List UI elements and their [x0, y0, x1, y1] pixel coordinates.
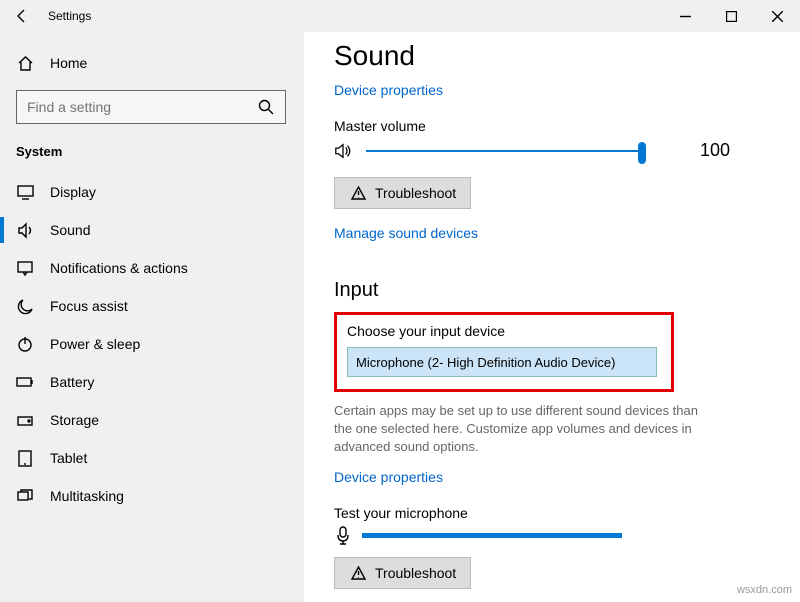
search-input[interactable] [27, 99, 227, 115]
maximize-button[interactable] [708, 0, 754, 32]
search-box[interactable] [16, 90, 286, 124]
page-heading: Sound [334, 40, 768, 72]
sidebar-item-battery[interactable]: Battery [0, 363, 304, 401]
input-description: Certain apps may be set up to use differ… [334, 402, 704, 457]
sidebar-item-label: Notifications & actions [50, 260, 188, 276]
sidebar-item-label: Battery [50, 374, 94, 390]
choose-input-label: Choose your input device [347, 323, 661, 339]
battery-icon [16, 373, 34, 391]
home-icon [16, 54, 34, 72]
sidebar-item-multitasking[interactable]: Multitasking [0, 477, 304, 515]
sound-icon [16, 221, 34, 239]
window-title: Settings [48, 9, 91, 23]
volume-value: 100 [700, 140, 730, 161]
search-row [16, 90, 288, 124]
sidebar: Home System Display Sound Notifications … [0, 32, 304, 602]
home-label: Home [50, 55, 87, 71]
search-icon [257, 98, 275, 116]
test-mic-label: Test your microphone [334, 505, 768, 521]
input-device-value: Microphone (2- High Definition Audio Dev… [356, 355, 615, 370]
speaker-icon [334, 142, 352, 160]
input-device-highlight: Choose your input device Microphone (2- … [334, 312, 674, 392]
warning-icon [349, 184, 367, 202]
sidebar-item-label: Storage [50, 412, 99, 428]
input-device-properties-link[interactable]: Device properties [334, 469, 443, 485]
device-properties-link[interactable]: Device properties [334, 82, 443, 98]
mic-level-bar [362, 533, 622, 538]
sidebar-item-display[interactable]: Display [0, 173, 304, 211]
troubleshoot-output-button[interactable]: Troubleshoot [334, 177, 471, 209]
notifications-icon [16, 259, 34, 277]
sidebar-item-label: Focus assist [50, 298, 128, 314]
power-icon [16, 335, 34, 353]
titlebar: Settings [0, 0, 800, 32]
volume-row: 100 [334, 140, 768, 161]
troubleshoot-label: Troubleshoot [375, 185, 456, 201]
maximize-icon [726, 11, 737, 22]
storage-icon [16, 411, 34, 429]
sidebar-item-notifications[interactable]: Notifications & actions [0, 249, 304, 287]
sidebar-item-storage[interactable]: Storage [0, 401, 304, 439]
content: Sound Device properties Master volume 10… [304, 32, 800, 602]
troubleshoot-input-button[interactable]: Troubleshoot [334, 557, 471, 589]
close-button[interactable] [754, 0, 800, 32]
sidebar-item-label: Multitasking [50, 488, 124, 504]
back-button[interactable] [0, 0, 44, 32]
troubleshoot-label: Troubleshoot [375, 565, 456, 581]
minimize-icon [680, 11, 691, 22]
input-device-dropdown[interactable]: Microphone (2- High Definition Audio Dev… [347, 347, 657, 377]
tablet-icon [16, 449, 34, 467]
warning-icon [349, 564, 367, 582]
arrow-left-icon [14, 8, 30, 24]
window-controls [662, 0, 800, 32]
watermark: wsxdn.com [737, 584, 792, 596]
close-icon [772, 11, 783, 22]
sidebar-item-label: Power & sleep [50, 336, 140, 352]
display-icon [16, 183, 34, 201]
volume-slider[interactable] [366, 141, 646, 161]
manage-devices-link[interactable]: Manage sound devices [334, 225, 478, 241]
sidebar-item-tablet[interactable]: Tablet [0, 439, 304, 477]
sidebar-item-focus-assist[interactable]: Focus assist [0, 287, 304, 325]
sidebar-item-label: Tablet [50, 450, 87, 466]
main-layout: Home System Display Sound Notifications … [0, 32, 800, 602]
input-heading: Input [334, 279, 768, 302]
mic-test-row [334, 527, 768, 545]
multitasking-icon [16, 487, 34, 505]
sidebar-item-label: Display [50, 184, 96, 200]
home-nav[interactable]: Home [0, 44, 304, 82]
sidebar-item-sound[interactable]: Sound [0, 211, 304, 249]
sidebar-item-power-sleep[interactable]: Power & sleep [0, 325, 304, 363]
minimize-button[interactable] [662, 0, 708, 32]
focus-assist-icon [16, 297, 34, 315]
microphone-icon [334, 527, 352, 545]
sidebar-item-label: Sound [50, 222, 90, 238]
group-header: System [0, 136, 304, 173]
master-volume-label: Master volume [334, 118, 768, 134]
